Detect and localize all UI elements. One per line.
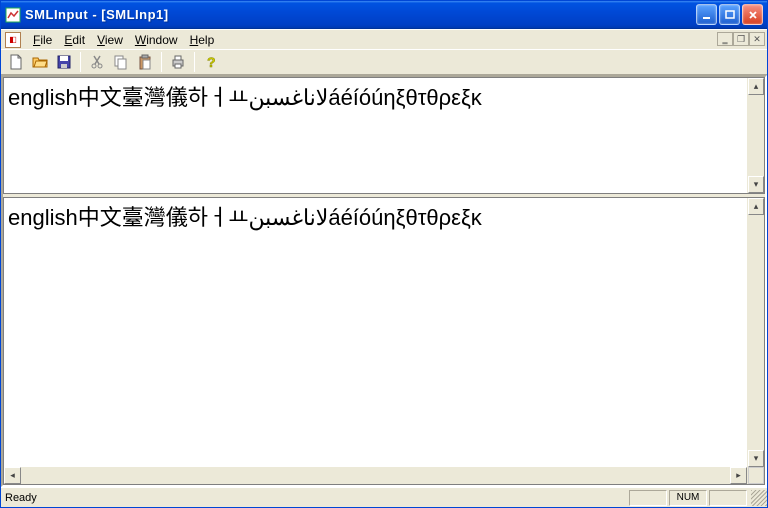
toolbar: ? [1, 49, 767, 75]
scroll-left-icon[interactable]: ◂ [4, 467, 21, 484]
toolbar-separator [80, 52, 81, 72]
menu-file[interactable]: File [27, 32, 58, 48]
mdi-restore-button[interactable]: ❐ [733, 32, 749, 46]
scroll-up-icon[interactable]: ▴ [748, 198, 764, 215]
menu-edit[interactable]: Edit [58, 32, 91, 48]
menu-view[interactable]: View [91, 32, 129, 48]
window-title: SMLInput - [SMLInp1] [25, 7, 696, 22]
mdi-close-button[interactable]: ✕ [749, 32, 765, 46]
scrollbar-track[interactable] [21, 467, 730, 484]
maximize-button[interactable] [719, 4, 740, 25]
scroll-up-icon[interactable]: ▴ [748, 78, 764, 95]
status-cell-cap [629, 490, 667, 506]
resize-grip-icon[interactable] [751, 490, 767, 506]
top-pane-text[interactable]: english中文臺灣儀하ㅓㅛلاناغسبنáéíóúηξθτθρεξκ [4, 78, 747, 193]
toolbar-separator [161, 52, 162, 72]
status-cell-scrl [709, 490, 747, 506]
menubar: ◧ File Edit View Window Help ‗ ❐ ✕ [1, 29, 767, 49]
mdi-minimize-button[interactable]: ‗ [717, 32, 733, 46]
copy-button[interactable] [110, 51, 132, 73]
mdi-controls: ‗ ❐ ✕ [717, 32, 765, 46]
menu-window[interactable]: Window [129, 32, 184, 48]
bottom-pane-text[interactable]: english中文臺灣儀하ㅓㅛلاناغسبنáéíóúηξθτθρεξκ [4, 198, 747, 467]
statusbar: Ready NUM [1, 487, 767, 507]
titlebar[interactable]: SMLInput - [SMLInp1] [1, 1, 767, 29]
scroll-right-icon[interactable]: ▸ [730, 467, 747, 484]
scrollbar-track[interactable] [748, 215, 764, 450]
help-button[interactable]: ? [200, 51, 222, 73]
bottom-pane: english中文臺灣儀하ㅓㅛلاناغسبنáéíóúηξθτθρεξκ ◂ … [3, 197, 765, 485]
mdi-child-icon[interactable]: ◧ [5, 32, 21, 48]
scroll-down-icon[interactable]: ▾ [748, 450, 764, 467]
window-buttons [696, 4, 763, 25]
print-button[interactable] [167, 51, 189, 73]
horizontal-scrollbar[interactable]: ◂ ▸ [4, 467, 747, 484]
client-area: english中文臺灣儀하ㅓㅛلاناغسبنáéíóúηξθτθρεξκ ▴ … [1, 75, 767, 487]
toolbar-separator [194, 52, 195, 72]
minimize-button[interactable] [696, 4, 717, 25]
scrollbar-corner [748, 467, 764, 484]
scroll-down-icon[interactable]: ▾ [748, 176, 764, 193]
app-icon [5, 7, 21, 23]
paste-button[interactable] [134, 51, 156, 73]
top-pane: english中文臺灣儀하ㅓㅛلاناغسبنáéíóúηξθτθρεξκ ▴ … [3, 77, 765, 194]
status-text: Ready [5, 492, 629, 504]
save-button[interactable] [53, 51, 75, 73]
menu-help[interactable]: Help [184, 32, 221, 48]
vertical-scrollbar[interactable]: ▴ ▾ [747, 198, 764, 484]
vertical-scrollbar[interactable]: ▴ ▾ [747, 78, 764, 193]
app-window: SMLInput - [SMLInp1] ◧ File Edit View Wi… [0, 0, 768, 508]
cut-button[interactable] [86, 51, 108, 73]
svg-text:?: ? [207, 54, 216, 70]
new-button[interactable] [5, 51, 27, 73]
status-cell-num: NUM [669, 490, 707, 506]
close-button[interactable] [742, 4, 763, 25]
open-button[interactable] [29, 51, 51, 73]
